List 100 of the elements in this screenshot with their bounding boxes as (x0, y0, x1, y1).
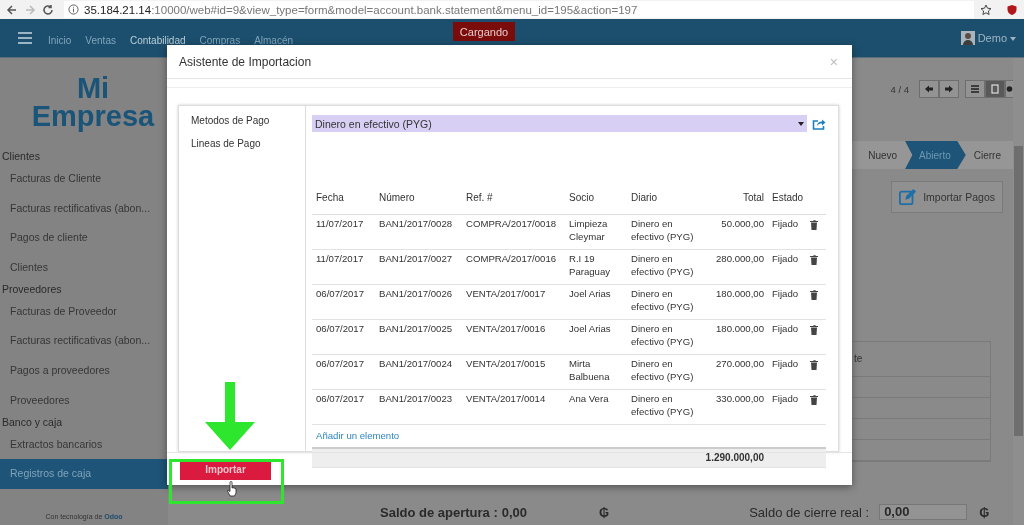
menu-section-title: Banco y caja (1, 415, 64, 430)
opening-balance-value: 0,00 (501, 504, 528, 520)
table-cell: BAN1/2017/0026 (375, 284, 462, 320)
closing-balance-field[interactable]: 0,00 (879, 504, 968, 520)
globe-icon (1006, 84, 1013, 94)
field-label: Lineas de Pago (191, 138, 262, 152)
caret-icon (1010, 37, 1016, 42)
currency-symbol: ₲ (979, 504, 990, 520)
url-host: 35.184.21.14 (84, 3, 152, 16)
reload-icon[interactable] (42, 3, 54, 16)
nav-menu-item[interactable]: Contabilidad (129, 35, 186, 46)
address-bar[interactable]: 35.184.21.14:10000/web#id=9&view_type=form&model=account.bank.statement&menu_id=195&action=197 (64, 1, 974, 18)
menu-section-title: Proveedores (1, 282, 63, 297)
table-cell: Dinero en efectivo (PYG) (627, 389, 700, 425)
company-logo: Mi Empresa (30, 71, 156, 134)
table-cell: 50.000,00 (700, 214, 768, 250)
external-link-icon[interactable] (812, 117, 826, 130)
table-cell: Dinero en efectivo (PYG) (627, 249, 700, 285)
sidebar-item[interactable]: Clientes (0, 253, 168, 283)
table-cell: BAN1/2017/0027 (375, 249, 462, 285)
left-arrow-icon (924, 84, 934, 94)
trash-icon[interactable] (810, 395, 818, 406)
scrollbar[interactable] (1013, 58, 1024, 525)
sidebar-item[interactable]: Facturas rectificativas (abon... (0, 326, 168, 357)
nav-menu-item[interactable]: Inicio (48, 35, 72, 46)
payment-method-select[interactable]: Dinero en efectivo (PYG) (312, 115, 807, 133)
sidebar-item[interactable]: Pagos de cliente (0, 223, 168, 254)
trash-icon[interactable] (810, 360, 818, 371)
list-view-button[interactable] (965, 80, 985, 98)
form-view-button[interactable] (985, 80, 1005, 98)
table-cell: Fijado (768, 214, 808, 250)
table-cell: VENTA/2017/0015 (462, 354, 565, 390)
table-cell: 11/07/2017 (312, 214, 375, 250)
table-cell: VENTA/2017/0017 (462, 284, 565, 320)
column-header[interactable]: Estado (768, 180, 808, 215)
table-cell: 06/07/2017 (312, 284, 375, 320)
sidebar-item[interactable]: Facturas de Proveedor (0, 296, 168, 327)
caret-icon (798, 121, 804, 126)
nav-menu-item[interactable]: Compras (199, 35, 241, 46)
table-cell: Dinero en efectivo (PYG) (627, 284, 700, 320)
stage-step[interactable]: Nuevo (860, 141, 906, 169)
table-cell: BAN1/2017/0023 (375, 389, 462, 425)
menu-icon[interactable] (18, 32, 32, 44)
pager-text: 4 / 4 (890, 83, 909, 95)
table-cell: COMPRA/2017/0016 (462, 249, 565, 285)
table-cell: Ana Vera (565, 389, 627, 425)
table-cell: BAN1/2017/0024 (375, 354, 462, 390)
table-cell: 180.000,00 (700, 284, 768, 320)
back-icon[interactable] (6, 3, 18, 16)
add-line-link[interactable]: Añadir un elemento (316, 430, 400, 442)
field-label: Metodos de Pago (191, 115, 271, 129)
column-header[interactable]: Total (700, 180, 768, 215)
trash-icon[interactable] (810, 290, 818, 301)
table-cell: Dinero en efectivo (PYG) (627, 319, 700, 355)
trash-icon[interactable] (810, 220, 818, 231)
close-button[interactable]: × (829, 53, 838, 70)
shield-icon[interactable] (1006, 3, 1018, 16)
column-header[interactable]: Ref. # (462, 180, 565, 215)
next-button[interactable] (939, 80, 959, 98)
table-cell: Fijado (768, 284, 808, 320)
column-header[interactable]: Número (375, 180, 462, 215)
column-header[interactable]: Socio (565, 180, 627, 215)
loading-badge: Cargando (453, 22, 515, 41)
import-payments-button[interactable]: Importar Pagos (891, 181, 1003, 213)
table-cell: Fijado (768, 319, 808, 355)
sidebar-item[interactable]: Facturas de Cliente (0, 164, 168, 194)
stage-step[interactable]: Abierto (905, 141, 966, 169)
star-icon[interactable] (980, 3, 992, 16)
table-cell: Joel Arias (565, 284, 627, 320)
avatar-icon (960, 31, 975, 45)
trash-icon[interactable] (810, 255, 818, 266)
table-cell: COMPRA/2017/0018 (462, 214, 565, 250)
stage-step[interactable]: Cierre (965, 141, 1009, 169)
column-header[interactable]: Diario (627, 180, 700, 215)
sidebar-item[interactable]: Extractos bancarios (0, 429, 168, 460)
currency-symbol: ₲ (599, 504, 610, 520)
user-menu[interactable]: Demo (977, 32, 1016, 44)
sidebar-item[interactable]: Proveedores (0, 385, 168, 416)
previous-button[interactable] (919, 80, 939, 98)
url-path: :10000/web#id=9&view_type=form&model=account.bank.statement&menu_id=195&action=197 (151, 3, 638, 16)
form-icon (990, 84, 1000, 94)
menu-section-title: Clientes (1, 150, 41, 164)
nav-menu-item[interactable]: Almacén (254, 35, 294, 46)
column-header[interactable]: Fecha (312, 180, 375, 215)
table-cell: 06/07/2017 (312, 389, 375, 425)
sidebar-item[interactable]: Pagos a proveedores (0, 356, 168, 386)
info-icon (68, 4, 79, 15)
table-cell: BAN1/2017/0025 (375, 319, 462, 355)
table-cell: Joel Arias (565, 319, 627, 355)
table-cell: Dinero en efectivo (PYG) (627, 214, 700, 250)
table-cell: Fijado (768, 249, 808, 285)
nav-menu-item[interactable]: Ventas (85, 35, 116, 46)
table-cell: 06/07/2017 (312, 319, 375, 355)
trash-icon[interactable] (810, 325, 818, 336)
table-cell: Fijado (768, 354, 808, 390)
table-cell: R.I 19 Paraguay (565, 249, 627, 285)
sidebar-item[interactable]: Facturas rectificativas (abon... (0, 193, 168, 224)
sidebar-item[interactable]: Registros de caja (0, 459, 168, 489)
dialog-title: Asistente de Importacion (179, 54, 312, 69)
table-cell: Fijado (768, 389, 808, 425)
